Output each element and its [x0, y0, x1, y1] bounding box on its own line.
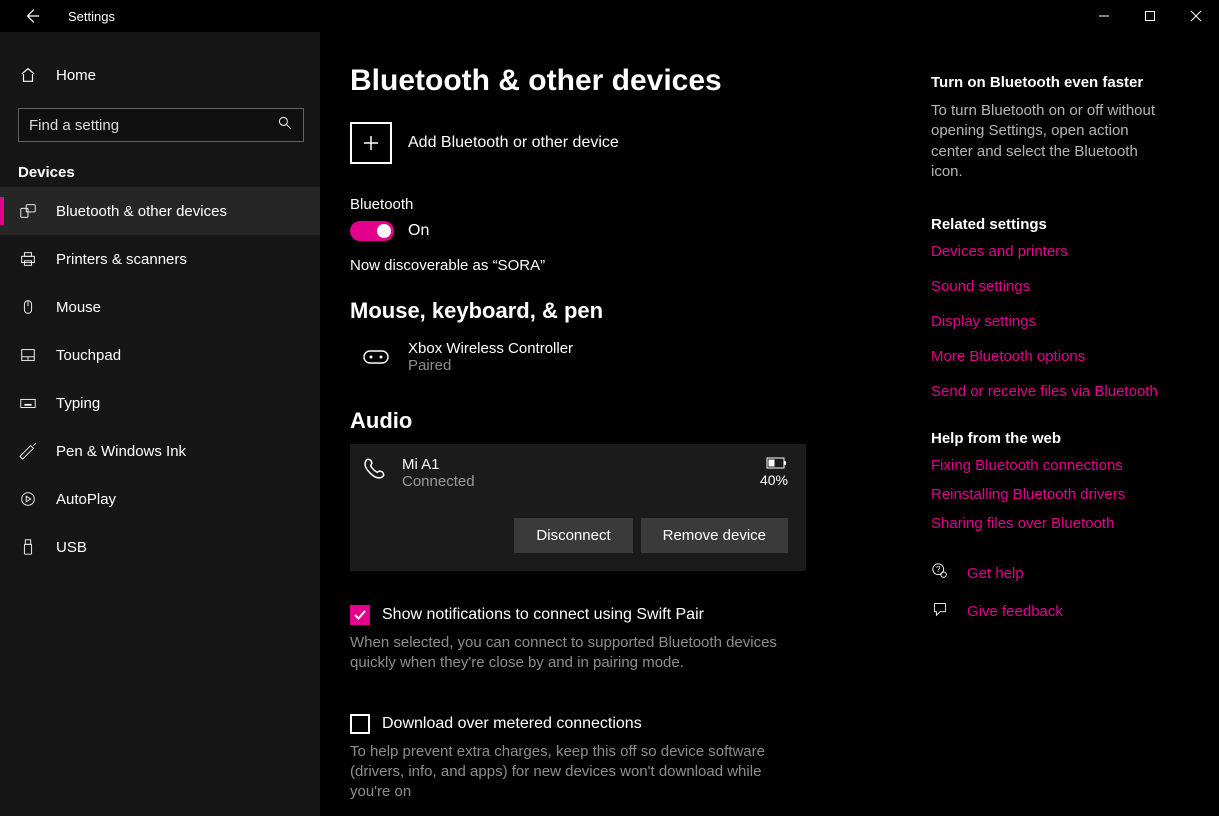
device-row-xbox[interactable]: Xbox Wireless Controller Paired	[350, 334, 891, 384]
sidebar-item-label: USB	[56, 539, 87, 556]
add-label: Add Bluetooth or other device	[408, 134, 619, 152]
help-link[interactable]: Fixing Bluetooth connections	[931, 457, 1171, 474]
discoverable-text: Now discoverable as “SORA”	[350, 257, 891, 274]
help-link[interactable]: Reinstalling Bluetooth drivers	[931, 486, 1171, 503]
usb-icon	[18, 538, 38, 556]
sidebar-item-typing[interactable]: Typing	[0, 379, 320, 427]
swift-pair-checkbox-row[interactable]: Show notifications to connect using Swif…	[350, 605, 891, 625]
sidebar-item-printers[interactable]: Printers & scanners	[0, 235, 320, 283]
home-label: Home	[56, 67, 96, 84]
minimize-button[interactable]	[1081, 0, 1127, 32]
related-link[interactable]: Display settings	[931, 313, 1171, 330]
sidebar-item-touchpad[interactable]: Touchpad	[0, 331, 320, 379]
remove-device-button[interactable]: Remove device	[641, 518, 788, 553]
bluetooth-icon	[18, 202, 38, 220]
pen-icon	[18, 442, 38, 460]
sidebar-item-label: Bluetooth & other devices	[56, 203, 227, 220]
add-icon	[350, 122, 392, 164]
battery-percent: 40%	[760, 472, 788, 488]
help-icon: ?	[931, 562, 949, 584]
search-box[interactable]	[18, 108, 304, 142]
sidebar-home[interactable]: Home	[0, 54, 320, 96]
sidebar-item-label: Touchpad	[56, 347, 121, 364]
tip-heading: Turn on Bluetooth even faster	[931, 74, 1171, 91]
sidebar-item-mouse[interactable]: Mouse	[0, 283, 320, 331]
sidebar-item-label: Printers & scanners	[56, 251, 187, 268]
sidebar-group: Devices	[18, 164, 320, 181]
page-title: Bluetooth & other devices	[350, 64, 891, 98]
maximize-button[interactable]	[1127, 0, 1173, 32]
keyboard-icon	[18, 394, 38, 412]
sidebar-item-label: Mouse	[56, 299, 101, 316]
bluetooth-state: On	[408, 222, 429, 240]
sidebar-item-label: Pen & Windows Ink	[56, 443, 186, 460]
aside-panel: Turn on Bluetooth even faster To turn Bl…	[931, 64, 1171, 816]
battery-icon	[760, 456, 788, 472]
back-button[interactable]	[16, 0, 48, 32]
section-mouse: Mouse, keyboard, & pen	[350, 298, 891, 324]
section-audio: Audio	[350, 408, 891, 434]
device-card-mia1[interactable]: Mi A1 Connected 40% Disconnect Remove de…	[350, 444, 806, 571]
device-status: Connected	[402, 473, 475, 490]
sidebar-item-usb[interactable]: USB	[0, 523, 320, 571]
touchpad-icon	[18, 346, 38, 364]
bluetooth-toggle[interactable]	[350, 221, 394, 241]
related-link[interactable]: Sound settings	[931, 278, 1171, 295]
get-help-link[interactable]: ? Get help	[931, 562, 1171, 584]
checkbox-checked-icon	[350, 605, 370, 625]
give-feedback-link[interactable]: Give feedback	[931, 600, 1171, 622]
search-icon	[277, 115, 293, 135]
add-device-row[interactable]: Add Bluetooth or other device	[350, 122, 891, 164]
home-icon	[18, 66, 38, 84]
app-title: Settings	[68, 9, 115, 24]
close-button[interactable]	[1173, 0, 1219, 32]
related-link[interactable]: More Bluetooth options	[931, 348, 1171, 365]
sidebar-item-bluetooth[interactable]: Bluetooth & other devices	[0, 187, 320, 235]
tip-text: To turn Bluetooth on or off without open…	[931, 101, 1171, 182]
main-content: Bluetooth & other devices Add Bluetooth …	[350, 64, 891, 816]
search-input[interactable]	[29, 117, 277, 134]
swift-pair-label: Show notifications to connect using Swif…	[382, 606, 704, 624]
related-link[interactable]: Send or receive files via Bluetooth	[931, 383, 1171, 400]
phone-icon	[362, 456, 388, 487]
sidebar-item-label: AutoPlay	[56, 491, 116, 508]
give-feedback-label: Give feedback	[967, 603, 1063, 620]
checkbox-unchecked-icon	[350, 714, 370, 734]
help-heading: Help from the web	[931, 430, 1171, 447]
device-status: Paired	[408, 357, 573, 374]
help-link[interactable]: Sharing files over Bluetooth	[931, 515, 1171, 532]
controller-icon	[360, 340, 392, 372]
sidebar-item-pen[interactable]: Pen & Windows Ink	[0, 427, 320, 475]
autoplay-icon	[18, 490, 38, 508]
bluetooth-label: Bluetooth	[350, 196, 891, 213]
svg-text:?: ?	[936, 565, 941, 574]
related-link[interactable]: Devices and printers	[931, 243, 1171, 260]
swift-pair-description: When selected, you can connect to suppor…	[350, 633, 800, 674]
metered-label: Download over metered connections	[382, 715, 642, 733]
metered-checkbox-row[interactable]: Download over metered connections	[350, 714, 891, 734]
sidebar-item-autoplay[interactable]: AutoPlay	[0, 475, 320, 523]
related-heading: Related settings	[931, 216, 1171, 233]
device-name: Xbox Wireless Controller	[408, 340, 573, 357]
metered-description: To help prevent extra charges, keep this…	[350, 742, 800, 803]
mouse-icon	[18, 298, 38, 316]
disconnect-button[interactable]: Disconnect	[514, 518, 632, 553]
sidebar-item-label: Typing	[56, 395, 100, 412]
get-help-label: Get help	[967, 565, 1024, 582]
sidebar: Settings Home Devices Bluetooth & other …	[0, 32, 320, 816]
device-name: Mi A1	[402, 456, 475, 473]
printer-icon	[18, 250, 38, 268]
feedback-icon	[931, 600, 949, 622]
